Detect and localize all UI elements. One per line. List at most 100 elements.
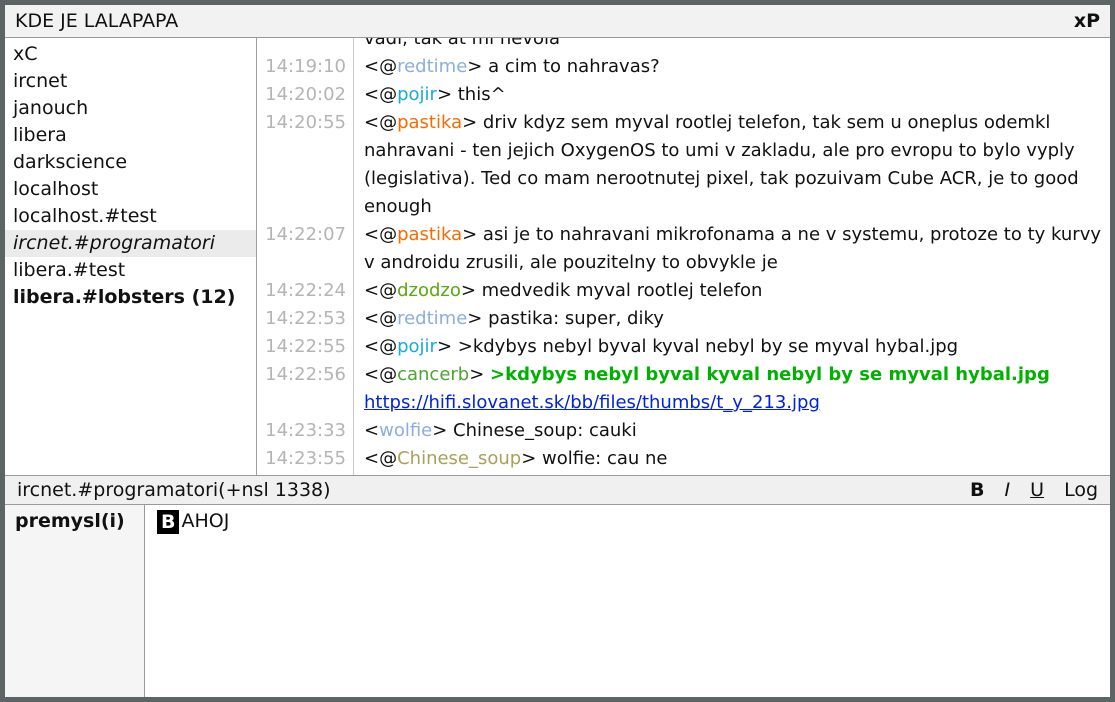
chat-message-row: 14:22:07<@pastika> asi je to nahravani m… [257,221,1110,277]
colored-text: redtime [397,56,467,77]
timestamp: 14:19:10 [257,53,354,81]
plain-text: > driv kdyz sem myval rootlej telefon, t… [364,112,1084,217]
colored-text: cancerb [397,364,469,385]
title-bar: KDE JE LALAPAPA xP [5,5,1110,38]
message-text: vadi, tak at mi nevola [354,38,1110,53]
timestamp: 14:22:24 [257,277,354,305]
format-buttons: BIU Log [970,479,1098,501]
message-text: <wolfie> Chinese_soup: cauki [354,417,1110,445]
format-button-u[interactable]: U [1030,479,1044,501]
sidebar-item-libera-lobsters-12-[interactable]: libera.#lobsters (12) [5,284,256,311]
message-text: <@pojir> this^ [354,81,1110,109]
timestamp: 14:22:56 [257,361,354,417]
chat-messages: vadi, tak at mi nevola14:19:10<@redtime>… [257,38,1110,475]
colored-text: pastika [397,224,462,245]
plain-text: > asi je to nahravani mikrofonama a ne v… [364,224,1107,273]
format-button-log[interactable]: Log [1064,479,1098,501]
message-input-text: AHOJ [181,510,229,532]
sidebar-item-ircnet-programatori[interactable]: ircnet.#programatori [5,230,256,257]
sidebar-item-janouch[interactable]: janouch [5,95,256,122]
plain-text: <@ [364,364,397,385]
channel-list: xCircnetjanouchliberadarksciencelocalhos… [5,38,257,475]
colored-text: redtime [397,308,467,329]
plain-text: <@ [364,448,397,469]
channel-topic-info: ircnet.#programatori(+nsl 1338) [17,479,331,501]
sidebar-item-localhost[interactable]: localhost [5,176,256,203]
plain-text: <@ [364,112,397,133]
chat-message-row: 14:22:56<@cancerb> >kdybys nebyl byval k… [257,361,1110,417]
colored-text: pastika [397,112,462,133]
message-text: <@Chinese_soup> wolfie: cau ne [354,445,1110,473]
sidebar-item-libera[interactable]: libera [5,122,256,149]
sidebar-item-darkscience[interactable]: darkscience [5,149,256,176]
message-text: <@dzodzo> medvedik myval rootlej telefon [354,277,1110,305]
link[interactable]: https://hifi.slovanet.sk/bb/files/thumbs… [364,392,820,413]
plain-text: vadi, tak at mi nevola [364,38,560,49]
timestamp: 14:25:25 [257,473,354,475]
main-area: xCircnetjanouchliberadarksciencelocalhos… [5,38,1110,475]
plain-text: > wolfie: cau ne [521,448,667,469]
message-input[interactable]: BAHOJ [145,505,1110,698]
plain-text [1050,364,1056,385]
chat-message-row: 14:20:02<@pojir> this^ [257,81,1110,109]
chat-message-row: 14:22:55<@pojir> >kdybys nebyl byval kyv… [257,333,1110,361]
plain-text: < [364,420,379,441]
message-text: <@redtime> pastika: super, diky [354,305,1110,333]
colored-text: Chinese_soup [397,448,521,469]
sidebar-item-xc[interactable]: xC [5,41,256,68]
plain-text: > >kdybys nebyl byval kyval nebyl by se … [437,336,958,357]
plain-text: <@ [364,224,397,245]
plain-text: > pastika: super, diky [467,308,664,329]
timestamp: 14:23:55 [257,445,354,473]
plain-text: <@ [364,56,397,77]
close-button[interactable]: xP [1074,10,1100,32]
colored-text: >kdybys nebyl byval kyval nebyl by se my… [490,364,1050,385]
plain-text: > Chinese_soup: cauki [432,420,637,441]
window-title: KDE JE LALAPAPA [15,10,178,32]
input-bar: premysl(i) BAHOJ [5,505,1110,698]
format-button-b[interactable]: B [970,479,984,501]
timestamp: 14:22:55 [257,333,354,361]
chat-message-row: 14:23:33<wolfie> Chinese_soup: cauki [257,417,1110,445]
chat-message-row: 14:22:24<@dzodzo> medvedik myval rootlej… [257,277,1110,305]
colored-text: dzodzo [397,280,461,301]
plain-text: <@ [364,280,397,301]
sidebar-item-libera-test[interactable]: libera.#test [5,257,256,284]
plain-text: <@ [364,336,397,357]
sidebar-item-ircnet[interactable]: ircnet [5,68,256,95]
plain-text: <@ [364,84,397,105]
nick-label: premysl(i) [5,505,145,698]
timestamp [257,38,354,53]
chat-message-row: 14:25:25<@Yossarian> https://www.rouming… [257,473,1110,475]
chat-message-row: 14:22:53<@redtime> pastika: super, diky [257,305,1110,333]
message-text: <@cancerb> >kdybys nebyl byval kyval neb… [354,361,1110,417]
format-button-i[interactable]: I [1005,479,1011,501]
message-text: <@pastika> driv kdyz sem myval rootlej t… [354,109,1110,221]
irc-client-window: KDE JE LALAPAPA xP xCircnetjanouchlibera… [0,0,1115,702]
chat-pane: vadi, tak at mi nevola14:19:10<@redtime>… [257,38,1110,475]
plain-text: > [469,364,490,385]
timestamp: 14:22:53 [257,305,354,333]
status-bar: ircnet.#programatori(+nsl 1338) BIU Log [5,475,1110,505]
message-text: <@redtime> a cim to nahravas? [354,53,1110,81]
colored-text: pojir [397,84,437,105]
plain-text: <@ [364,308,397,329]
timestamp: 14:23:33 [257,417,354,445]
bold-control-char: B [157,510,179,534]
colored-text: wolfie [379,420,432,441]
colored-text: pojir [397,336,437,357]
plain-text: > this^ [437,84,506,105]
chat-message-row: vadi, tak at mi nevola [257,38,1110,53]
timestamp: 14:22:07 [257,221,354,277]
chat-message-row: 14:23:55<@Chinese_soup> wolfie: cau ne [257,445,1110,473]
plain-text: > medvedik myval rootlej telefon [461,280,763,301]
chat-message-row: 14:20:55<@pastika> driv kdyz sem myval r… [257,109,1110,221]
message-text: <@Yossarian> https://www.rouming.cz/roum… [354,473,1110,475]
plain-text: > a cim to nahravas? [467,56,659,77]
chat-message-row: 14:19:10<@redtime> a cim to nahravas? [257,53,1110,81]
timestamp: 14:20:02 [257,81,354,109]
message-text: <@pastika> asi je to nahravani mikrofona… [354,221,1110,277]
sidebar-item-localhost-test[interactable]: localhost.#test [5,203,256,230]
timestamp: 14:20:55 [257,109,354,221]
message-text: <@pojir> >kdybys nebyl byval kyval nebyl… [354,333,1110,361]
